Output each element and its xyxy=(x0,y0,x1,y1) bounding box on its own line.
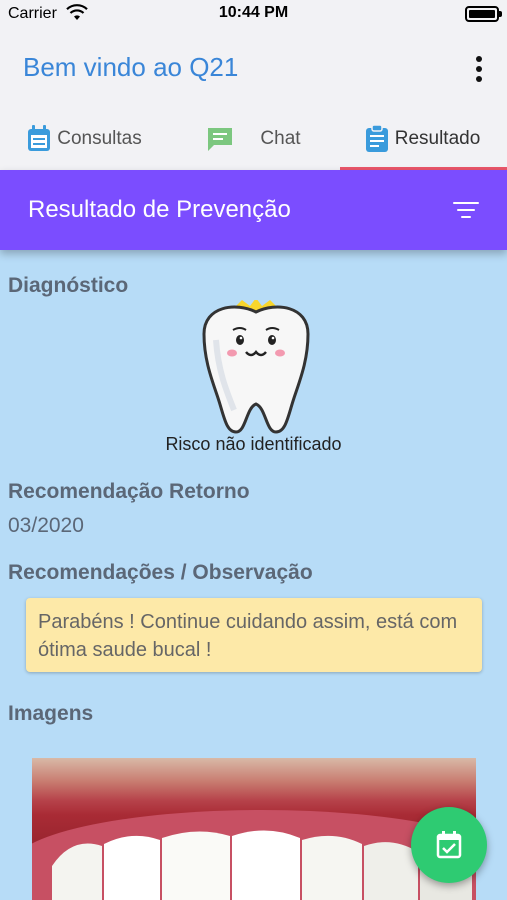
diagnostico-label: Diagnóstico xyxy=(8,274,129,297)
tab-resultado[interactable]: Resultado xyxy=(338,108,507,170)
section-header: Resultado de Prevenção xyxy=(0,170,507,250)
tab-consultas[interactable]: Consultas xyxy=(0,108,169,170)
tab-label-resultado: Resultado xyxy=(394,128,481,149)
teeth-image xyxy=(52,830,472,900)
observacao-note: Parabéns ! Continue cuidando assim, está… xyxy=(26,598,482,672)
app-bar: Bem vindo ao Q21 xyxy=(0,28,507,108)
tab-chat[interactable]: Chat xyxy=(169,108,338,170)
calendar-icon xyxy=(28,125,51,151)
more-vert-icon[interactable] xyxy=(473,56,485,82)
section-title: Resultado de Prevenção xyxy=(28,196,291,223)
schedule-fab-button[interactable] xyxy=(411,807,487,883)
status-time: 10:44 PM xyxy=(218,4,289,21)
tab-label-consultas: Consultas xyxy=(57,128,142,149)
tooth-mascot-icon xyxy=(202,300,310,434)
chat-icon xyxy=(208,128,233,151)
filter-icon[interactable] xyxy=(453,200,479,220)
risk-text: Risco não identificado xyxy=(165,434,342,454)
status-bar: Carrier 10:44 PM xyxy=(0,0,507,28)
tab-bar: Consultas Chat Resultado xyxy=(0,108,507,170)
retorno-value: 03/2020 xyxy=(8,514,84,537)
calendar-check-icon xyxy=(436,831,462,859)
retorno-label: Recomendação Retorno xyxy=(8,480,250,503)
clipboard-icon xyxy=(365,125,388,152)
app-title: Bem vindo ao Q21 xyxy=(23,52,239,82)
imagens-label: Imagens xyxy=(8,702,94,725)
result-content: Diagnóstico Risco não identificado Recom… xyxy=(0,250,507,900)
teeth-photo[interactable] xyxy=(32,758,476,900)
tab-label-chat: Chat xyxy=(260,128,301,149)
battery-icon xyxy=(465,6,502,22)
observacao-label: Recomendações / Observação xyxy=(8,561,313,584)
